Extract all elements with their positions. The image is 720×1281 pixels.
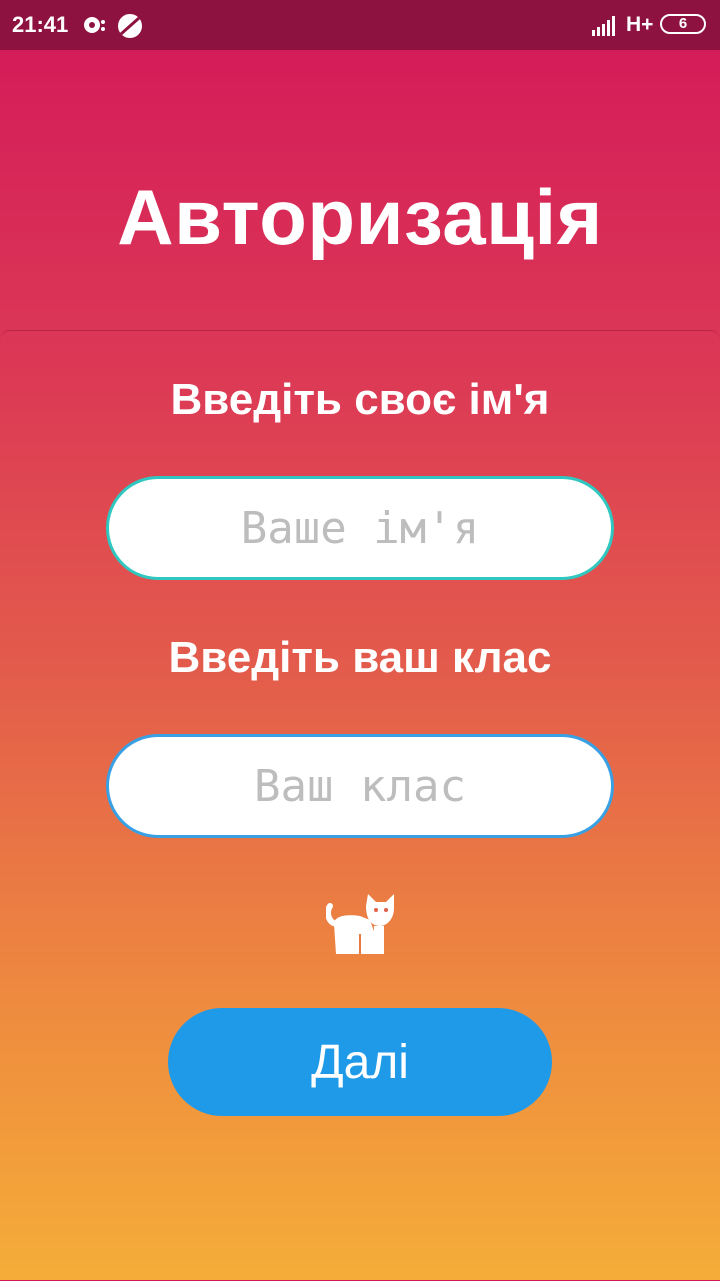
- cat-icon: [326, 894, 394, 954]
- class-input[interactable]: [106, 734, 614, 838]
- notification-icon: [84, 17, 105, 33]
- vpn-icon: [118, 14, 142, 38]
- network-type: H+: [626, 13, 654, 36]
- class-label: Введіть ваш клас: [168, 633, 552, 682]
- next-button[interactable]: Далі: [168, 1008, 552, 1116]
- name-label: Введіть своє ім'я: [170, 375, 550, 424]
- page-title: Авторизація: [117, 173, 603, 261]
- status-bar: 21:41 H+ 6: [0, 0, 720, 50]
- signal-icon: [592, 16, 615, 36]
- battery-icon: 6: [660, 14, 706, 34]
- name-input[interactable]: [106, 476, 614, 580]
- status-time: 21:41: [12, 12, 69, 37]
